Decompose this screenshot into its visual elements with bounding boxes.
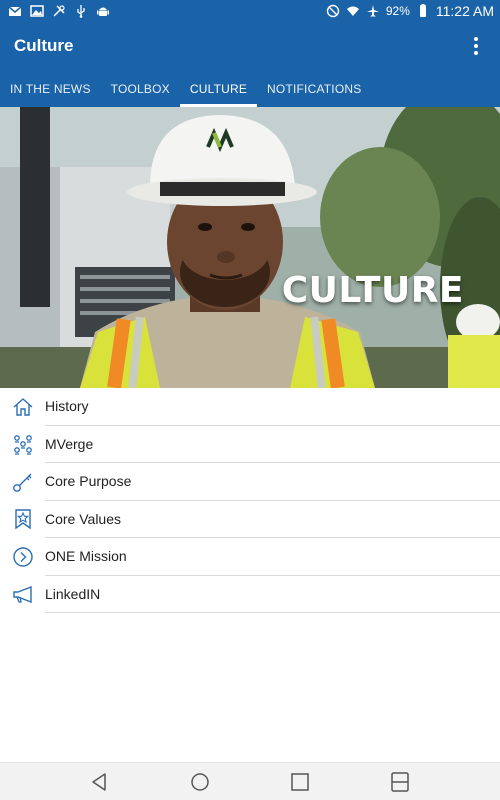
battery-percentage: 92% [385, 4, 410, 18]
menu-item-label: ONE Mission [45, 538, 500, 576]
arrow-circle-icon [0, 538, 45, 576]
home-circle-icon[interactable] [180, 767, 220, 797]
airplane-icon [366, 4, 380, 18]
gallery-icon [30, 4, 44, 18]
menu-item-one-mission[interactable]: ONE Mission [0, 538, 500, 576]
dual-window-icon[interactable] [380, 767, 420, 797]
menu-item-core-values[interactable]: Core Values [0, 501, 500, 539]
back-icon[interactable] [80, 767, 120, 797]
battery-icon [416, 4, 430, 18]
menu-item-mverge[interactable]: MVerge [0, 426, 500, 464]
status-bar-notifications [8, 4, 110, 18]
status-bar: 92% 11:22 AM [0, 0, 500, 22]
home-icon [0, 388, 45, 426]
status-bar-system: 92% 11:22 AM [326, 3, 494, 19]
menu-item-label: MVerge [45, 426, 500, 463]
menu-item-label: Core Values [45, 501, 500, 538]
app-bar: Culture [0, 22, 500, 70]
menu-item-label: History [45, 388, 500, 426]
menu-item-linkedin[interactable]: LinkedIN [0, 576, 500, 614]
menu-item-history[interactable]: History [0, 388, 500, 426]
wifi-icon [346, 4, 360, 18]
recents-icon[interactable] [280, 767, 320, 797]
tools-icon [52, 4, 66, 18]
clock: 11:22 AM [435, 3, 494, 19]
tab-notifications[interactable]: NOTIFICATIONS [257, 70, 371, 107]
tab-in-the-news[interactable]: IN THE NEWS [0, 70, 101, 107]
people-network-icon [0, 426, 45, 464]
hero-title: CULTURE [281, 270, 464, 311]
page-title: Culture [14, 36, 74, 55]
tab-culture[interactable]: CULTURE [179, 70, 258, 107]
usb-icon [74, 4, 88, 18]
megaphone-icon [0, 576, 45, 614]
system-nav-bar [0, 762, 500, 800]
menu-item-label: Core Purpose [45, 463, 500, 501]
android-icon [96, 4, 110, 18]
key-icon [0, 463, 45, 501]
menu-item-core-purpose[interactable]: Core Purpose [0, 463, 500, 501]
overflow-menu-icon[interactable] [466, 32, 486, 60]
hero-banner: CULTURE [0, 107, 500, 388]
tab-bar: IN THE NEWS TOOLBOX CULTURE NOTIFICATION… [0, 70, 500, 107]
tab-toolbox[interactable]: TOOLBOX [101, 70, 180, 107]
do-not-disturb-icon [326, 4, 340, 18]
menu-item-label: LinkedIN [45, 576, 500, 613]
gmail-icon [8, 4, 22, 18]
star-bookmark-icon [0, 501, 45, 539]
hero-image [0, 107, 500, 388]
culture-menu-list: History MVerge Core Purpose Core Values … [0, 388, 500, 613]
